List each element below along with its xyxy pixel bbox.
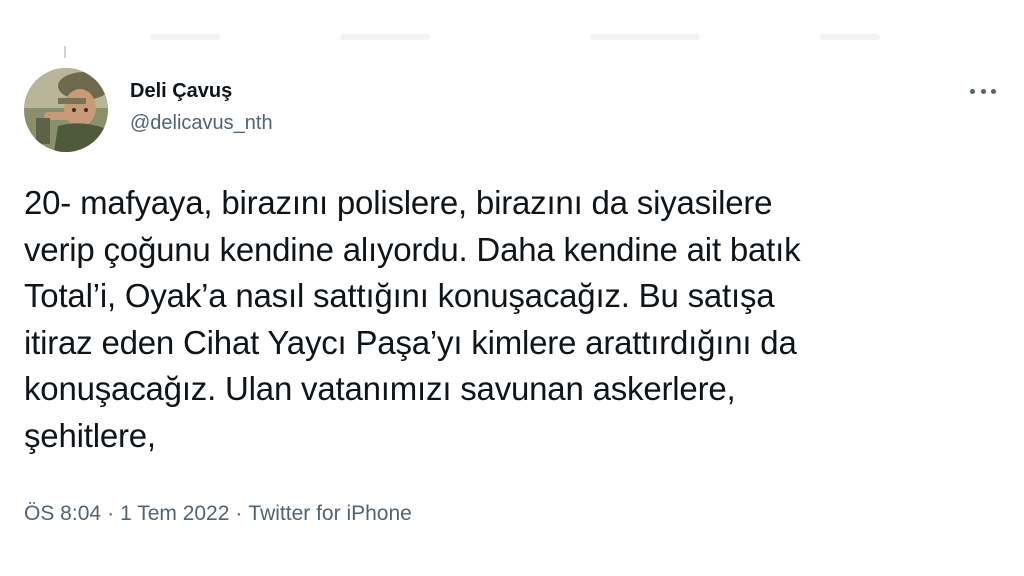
tweet-card: Deli Çavuş @delicavus_nth 20- mafyaya, b… [0, 0, 1024, 576]
avatar[interactable] [24, 68, 108, 152]
tweet-text-line: konuşacağız. Ulan vatanımızı savunan ask… [24, 370, 736, 407]
profile-photo-icon [24, 68, 108, 152]
previous-tweet-remnant [0, 34, 1024, 58]
author-display-name[interactable]: Deli Çavuş [130, 78, 273, 104]
tweet-metadata: ÖS 8:04 · 1 Tem 2022 · Twitter for iPhone [24, 500, 412, 528]
tweet-text-line: verip çoğunu kendine alıyordu. Daha kend… [24, 230, 801, 268]
tweet-date[interactable]: 1 Tem 2022 [120, 502, 229, 525]
tweet-time[interactable]: ÖS 8:04 [24, 502, 101, 525]
more-horizontal-icon [970, 88, 975, 94]
tweet-text-line: şehitlere, [24, 416, 156, 454]
tweet-source-link[interactable]: Twitter for iPhone [248, 502, 411, 525]
meta-separator: · [107, 502, 115, 525]
more-options-button[interactable] [970, 86, 996, 96]
tweet-text-line: 20- mafyaya, birazını polislere, birazın… [24, 184, 773, 221]
tweet-text: 20- mafyaya, birazını polislere, birazın… [24, 180, 984, 459]
author-handle[interactable]: @delicavus_nth [130, 108, 273, 138]
tweet-text-line: itiraz eden Cihat Yaycı Paşa’yı kimlere … [24, 323, 797, 361]
thread-connector-line [64, 46, 66, 58]
user-info: Deli Çavuş @delicavus_nth [130, 78, 273, 138]
tweet-header: Deli Çavuş @delicavus_nth [24, 68, 1000, 154]
tweet-text-line: Total’i, Oyak’a nasıl sattığını konuşaca… [24, 277, 775, 314]
meta-separator: · [235, 502, 243, 525]
